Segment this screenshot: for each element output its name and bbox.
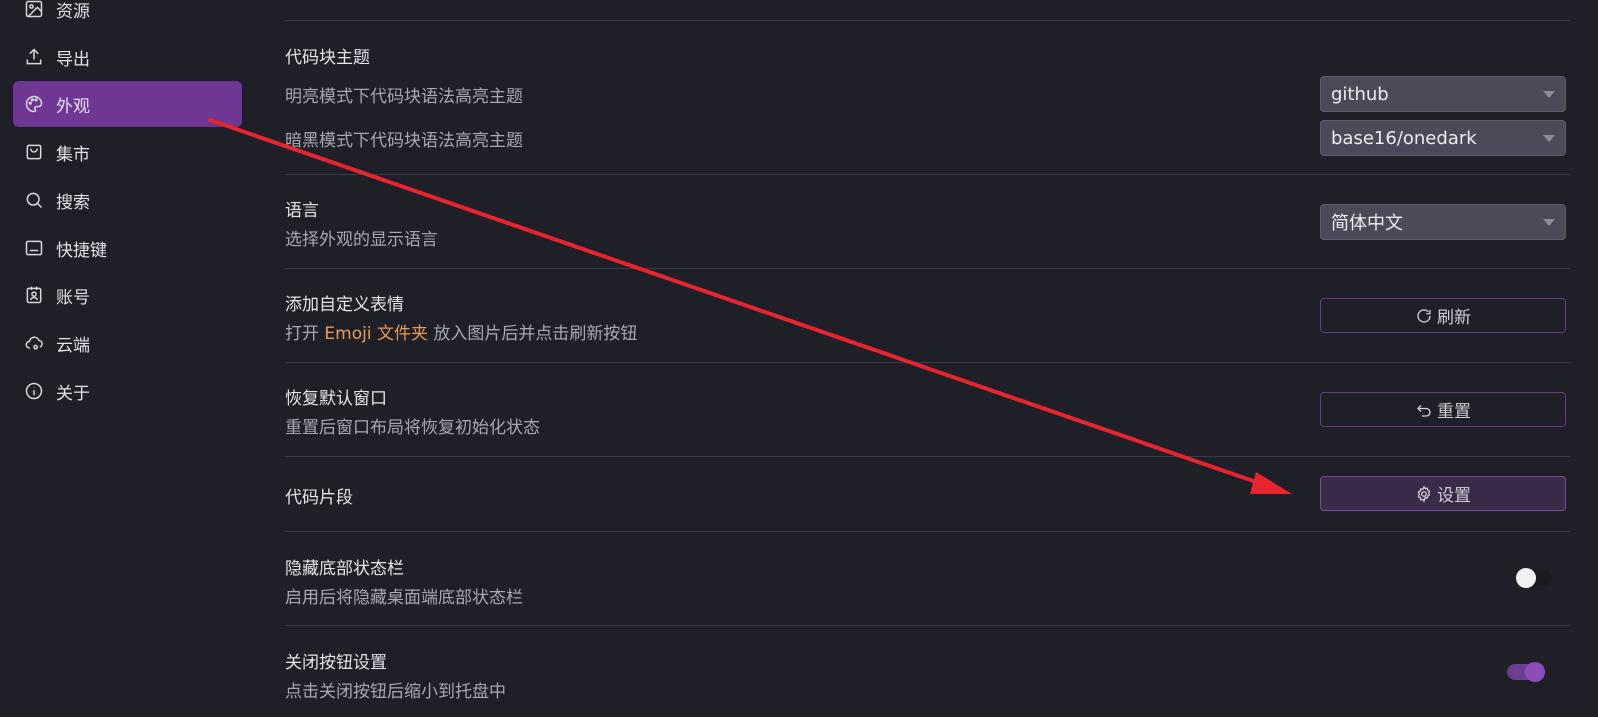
- code-theme-title: 代码块主题: [285, 48, 370, 68]
- code-theme-dark-label: 暗黑模式下代码块语法高亮主题: [285, 131, 523, 151]
- image-icon: [23, 0, 45, 20]
- reset-button[interactable]: 重置: [1320, 392, 1566, 427]
- sidebar-item-account[interactable]: 账号: [13, 272, 242, 318]
- divider: [285, 456, 1570, 457]
- sidebar-item-label: 云端: [56, 335, 90, 356]
- language-desc: 选择外观的显示语言: [285, 230, 438, 250]
- sidebar-item-label: 资源: [56, 1, 90, 22]
- divider: [285, 531, 1570, 532]
- close-button-setting-desc: 点击关闭按钮后缩小到托盘中: [285, 682, 506, 702]
- sidebar-item-about[interactable]: 关于: [13, 368, 242, 414]
- chevron-down-icon: [1543, 91, 1555, 98]
- code-theme-dark-select[interactable]: base16/onedark: [1320, 120, 1566, 156]
- refresh-button-label: 刷新: [1437, 308, 1471, 328]
- divider: [285, 362, 1570, 363]
- sidebar-item-search[interactable]: 搜索: [13, 177, 242, 223]
- search-icon: [23, 189, 45, 211]
- close-button-setting-title: 关闭按钮设置: [285, 653, 387, 673]
- divider: [285, 268, 1570, 269]
- snippets-settings-button[interactable]: 设置: [1320, 476, 1566, 511]
- select-value: github: [1331, 83, 1389, 105]
- emoji-desc-suffix: 放入图片后并点击刷新按钮: [433, 324, 638, 344]
- divider: [285, 174, 1570, 175]
- keyboard-icon: [23, 237, 45, 259]
- undo-icon: [1417, 404, 1431, 417]
- settings-panel: 代码块主题 明亮模式下代码块语法高亮主题 github 暗黑模式下代码块语法高亮…: [285, 0, 1570, 717]
- sidebar-item-label: 外观: [56, 96, 90, 117]
- sidebar-item-export[interactable]: 导出: [13, 34, 242, 80]
- code-theme-light-label: 明亮模式下代码块语法高亮主题: [285, 87, 523, 107]
- sidebar-item-assets[interactable]: 资源: [13, 0, 242, 32]
- upload-icon: [23, 46, 45, 68]
- sidebar-item-bazaar[interactable]: 集市: [13, 129, 242, 175]
- shopping-bag-icon: [23, 141, 45, 163]
- sidebar-item-keymap[interactable]: 快捷键: [13, 225, 242, 271]
- divider: [285, 20, 1570, 21]
- close-to-tray-toggle[interactable]: [1507, 662, 1545, 682]
- refresh-icon: [1417, 308, 1431, 323]
- code-theme-light-select[interactable]: github: [1320, 76, 1566, 112]
- reset-button-label: 重置: [1437, 402, 1471, 422]
- settings-window: 资源 导出 外观 集市 搜索 快捷键 账号 云端 关于 代码块主题 明亮模式下代…: [0, 0, 1598, 717]
- snippets-button-label: 设置: [1437, 486, 1471, 506]
- sidebar-item-label: 集市: [56, 144, 90, 165]
- sidebar-item-cloud[interactable]: 云端: [13, 320, 242, 366]
- sidebar-item-label: 搜索: [56, 192, 90, 213]
- language-select[interactable]: 简体中文: [1320, 204, 1566, 240]
- sidebar-item-label: 导出: [56, 49, 90, 70]
- reset-window-title: 恢复默认窗口: [285, 389, 387, 409]
- sidebar-item-label: 关于: [56, 383, 90, 404]
- emoji-folder-link[interactable]: Emoji 文件夹: [324, 324, 428, 344]
- hide-statusbar-desc: 启用后将隐藏桌面端底部状态栏: [285, 588, 523, 608]
- toggle-knob: [1516, 568, 1536, 588]
- select-value: base16/onedark: [1331, 127, 1477, 149]
- sidebar-item-appearance[interactable]: 外观: [13, 81, 242, 127]
- emoji-title: 添加自定义表情: [285, 295, 404, 315]
- hide-statusbar-toggle[interactable]: [1516, 568, 1552, 588]
- hide-statusbar-title: 隐藏底部状态栏: [285, 559, 404, 579]
- divider: [285, 625, 1570, 626]
- emoji-desc: 打开 Emoji 文件夹 放入图片后并点击刷新按钮: [285, 319, 637, 344]
- palette-icon: [23, 93, 45, 115]
- chevron-down-icon: [1543, 135, 1555, 142]
- emoji-desc-prefix: 打开: [285, 324, 319, 344]
- account-icon: [23, 284, 45, 306]
- language-title: 语言: [285, 201, 319, 221]
- sidebar: 资源 导出 外观 集市 搜索 快捷键 账号 云端 关于: [0, 0, 253, 717]
- snippets-title: 代码片段: [285, 488, 353, 508]
- toggle-knob: [1525, 662, 1545, 682]
- refresh-button[interactable]: 刷新: [1320, 298, 1566, 333]
- sidebar-item-label: 快捷键: [56, 240, 107, 261]
- cloud-settings-icon: [23, 332, 45, 354]
- gear-icon: [1417, 485, 1431, 503]
- sidebar-item-label: 账号: [56, 287, 90, 308]
- chevron-down-icon: [1543, 219, 1555, 226]
- info-icon: [23, 380, 45, 402]
- select-value: 简体中文: [1331, 213, 1403, 234]
- reset-window-desc: 重置后窗口布局将恢复初始化状态: [285, 418, 540, 438]
